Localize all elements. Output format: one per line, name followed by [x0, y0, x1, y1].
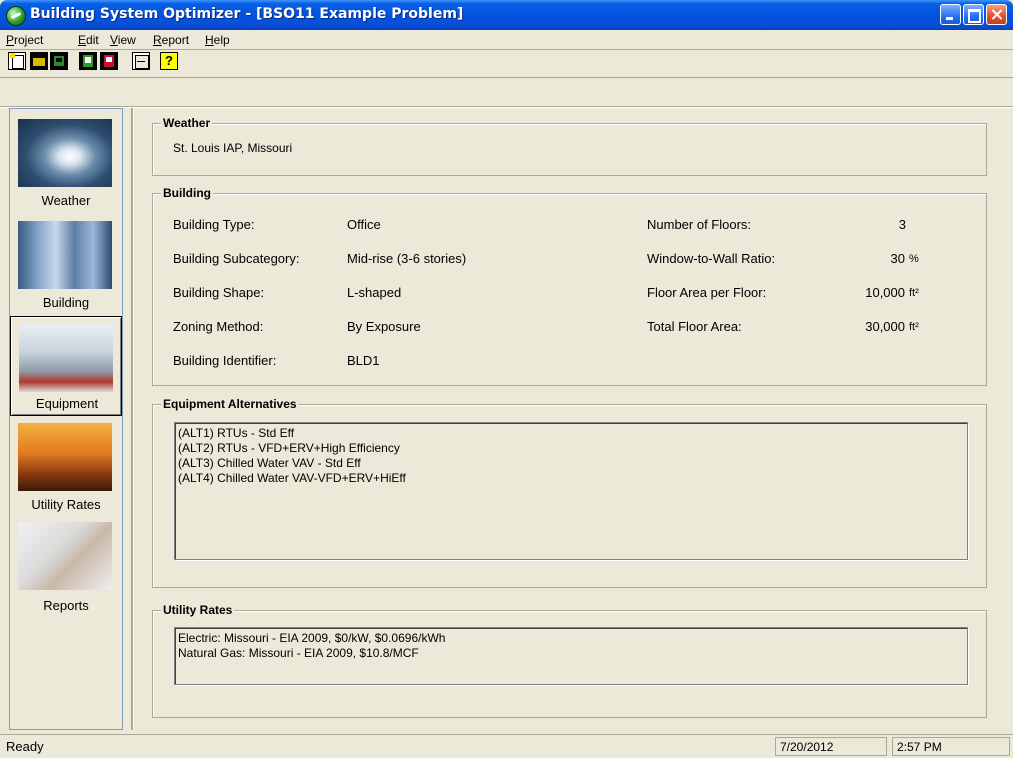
menu-help[interactable]: Help — [205, 33, 230, 47]
new-project-icon[interactable] — [8, 52, 26, 70]
menu-view-mnemonic: V — [110, 33, 118, 47]
report-document-icon — [18, 522, 112, 590]
weather-group-title: Weather — [161, 116, 213, 130]
zoning-method-value: By Exposure — [347, 319, 421, 334]
equipment-alternatives-list[interactable]: (ALT1) RTUs - Std Eff (ALT2) RTUs - VFD+… — [174, 422, 968, 560]
list-item[interactable]: Electric: Missouri - EIA 2009, $0/kW, $0… — [178, 631, 445, 645]
window-to-wall-ratio-label: Window-to-Wall Ratio: — [647, 251, 776, 266]
app-logo-icon[interactable] — [6, 6, 26, 26]
window-to-wall-ratio-value: 30 — [890, 251, 905, 266]
save-report-icon[interactable] — [100, 52, 118, 70]
weather-location: St. Louis IAP, Missouri — [173, 141, 293, 155]
open-project-icon[interactable] — [30, 52, 48, 70]
utility-rates-list[interactable]: Electric: Missouri - EIA 2009, $0/kW, $0… — [174, 627, 968, 685]
calculator-icon[interactable] — [132, 52, 150, 70]
status-time: 2:57 PM — [892, 737, 1010, 756]
building-group: Building Building Type: Office Building … — [152, 186, 987, 386]
equipment-group-title: Equipment Alternatives — [161, 397, 299, 411]
total-floor-area-label: Total Floor Area: — [647, 319, 742, 334]
workspace-top-highlight — [0, 107, 1013, 108]
building-shape-value: L-shaped — [347, 285, 402, 300]
splitter[interactable] — [131, 108, 134, 730]
floor-area-per-floor-label: Floor Area per Floor: — [647, 285, 767, 300]
save-project-icon[interactable] — [50, 52, 68, 70]
floor-area-per-floor-unit: ft² — [909, 287, 919, 299]
toolbar — [0, 50, 1013, 80]
sidebar-item-reports[interactable]: Reports — [10, 518, 122, 618]
list-item[interactable]: (ALT3) Chilled Water VAV - Std Eff — [178, 456, 361, 470]
menu-help-label: elp — [213, 33, 230, 47]
sidebar-item-label: Building — [42, 295, 90, 310]
list-item[interactable]: (ALT1) RTUs - Std Eff — [178, 426, 294, 440]
menu-project-mnemonic: P — [6, 33, 15, 47]
building-shape-label: Building Shape: — [173, 285, 265, 300]
building-subcategory-label: Building Subcategory: — [173, 251, 300, 266]
menu-report-label: eport — [161, 33, 190, 47]
close-button[interactable] — [986, 4, 1007, 25]
sidebar-item-building[interactable]: Building — [10, 213, 122, 316]
sidebar-item-label: Reports — [43, 598, 89, 613]
hurricane-icon — [18, 119, 112, 187]
rooftop-unit-icon — [19, 324, 113, 392]
menu-help-mnemonic: H — [205, 33, 214, 47]
building-subcategory-value: Mid-rise (3-6 stories) — [347, 251, 467, 266]
menu-report[interactable]: Report — [153, 33, 189, 47]
toolbar-divider — [0, 77, 1013, 78]
sidebar-item-label: Utility Rates — [31, 497, 101, 512]
list-item[interactable]: (ALT4) Chilled Water VAV-VFD+ERV+HiEff — [178, 471, 406, 485]
status-bar: Ready 7/20/2012 2:57 PM — [0, 734, 1013, 758]
power-lines-icon — [18, 423, 112, 491]
maximize-button[interactable] — [963, 4, 984, 25]
floor-area-per-floor-value: 10,000 — [865, 285, 905, 300]
minimize-button[interactable] — [940, 4, 961, 25]
number-of-floors-value: 3 — [898, 217, 906, 232]
menu-project[interactable]: Project — [6, 33, 43, 47]
menu-project-label: roject — [14, 33, 44, 47]
sidebar-item-weather[interactable]: Weather — [10, 111, 122, 213]
number-of-floors-label: Number of Floors: — [647, 217, 752, 232]
app-window: Building System Optimizer - [BSO11 Examp… — [0, 0, 1013, 758]
sidebar-item-label: Equipment — [35, 396, 99, 411]
building-group-title: Building — [161, 186, 213, 200]
zoning-method-label: Zoning Method: — [173, 319, 264, 334]
sidebar-item-utility-rates[interactable]: Utility Rates — [10, 417, 122, 517]
menu-edit[interactable]: Edit — [78, 33, 99, 47]
utility-rates-group: Utility Rates Electric: Missouri - EIA 2… — [152, 603, 987, 718]
menu-bar: Project Edit View Report Help — [0, 30, 1013, 50]
help-icon[interactable]: ? — [160, 52, 178, 70]
sidebar: Weather Building Equipment Utility Rates… — [9, 108, 123, 730]
menu-view[interactable]: View — [110, 33, 136, 47]
status-text: Ready — [6, 739, 44, 754]
title-bar[interactable]: Building System Optimizer - [BSO11 Examp… — [0, 0, 1013, 30]
export-icon[interactable] — [79, 52, 97, 70]
list-item[interactable]: (ALT2) RTUs - VFD+ERV+High Efficiency — [178, 441, 400, 455]
utility-rates-group-title: Utility Rates — [161, 603, 235, 617]
menu-view-label: iew — [117, 33, 136, 47]
sidebar-item-label: Weather — [41, 193, 91, 208]
total-floor-area-value: 30,000 — [865, 319, 905, 334]
menu-report-mnemonic: R — [153, 33, 162, 47]
sidebar-item-equipment[interactable]: Equipment — [10, 316, 122, 416]
menu-edit-label: dit — [86, 33, 99, 47]
building-identifier-value: BLD1 — [347, 353, 380, 368]
equipment-group: Equipment Alternatives (ALT1) RTUs - Std… — [152, 397, 987, 588]
status-date: 7/20/2012 — [775, 737, 887, 756]
window-title: Building System Optimizer - [BSO11 Examp… — [30, 6, 464, 22]
building-type-value: Office — [347, 217, 381, 232]
weather-group: Weather St. Louis IAP, Missouri — [152, 116, 987, 176]
building-identifier-label: Building Identifier: — [173, 353, 277, 368]
list-item[interactable]: Natural Gas: Missouri - EIA 2009, $10.8/… — [178, 646, 419, 660]
building-type-label: Building Type: — [173, 217, 255, 232]
menu-edit-mnemonic: E — [78, 33, 87, 47]
office-building-icon — [18, 221, 112, 289]
window-to-wall-ratio-unit: % — [909, 253, 919, 265]
total-floor-area-unit: ft² — [909, 321, 919, 333]
